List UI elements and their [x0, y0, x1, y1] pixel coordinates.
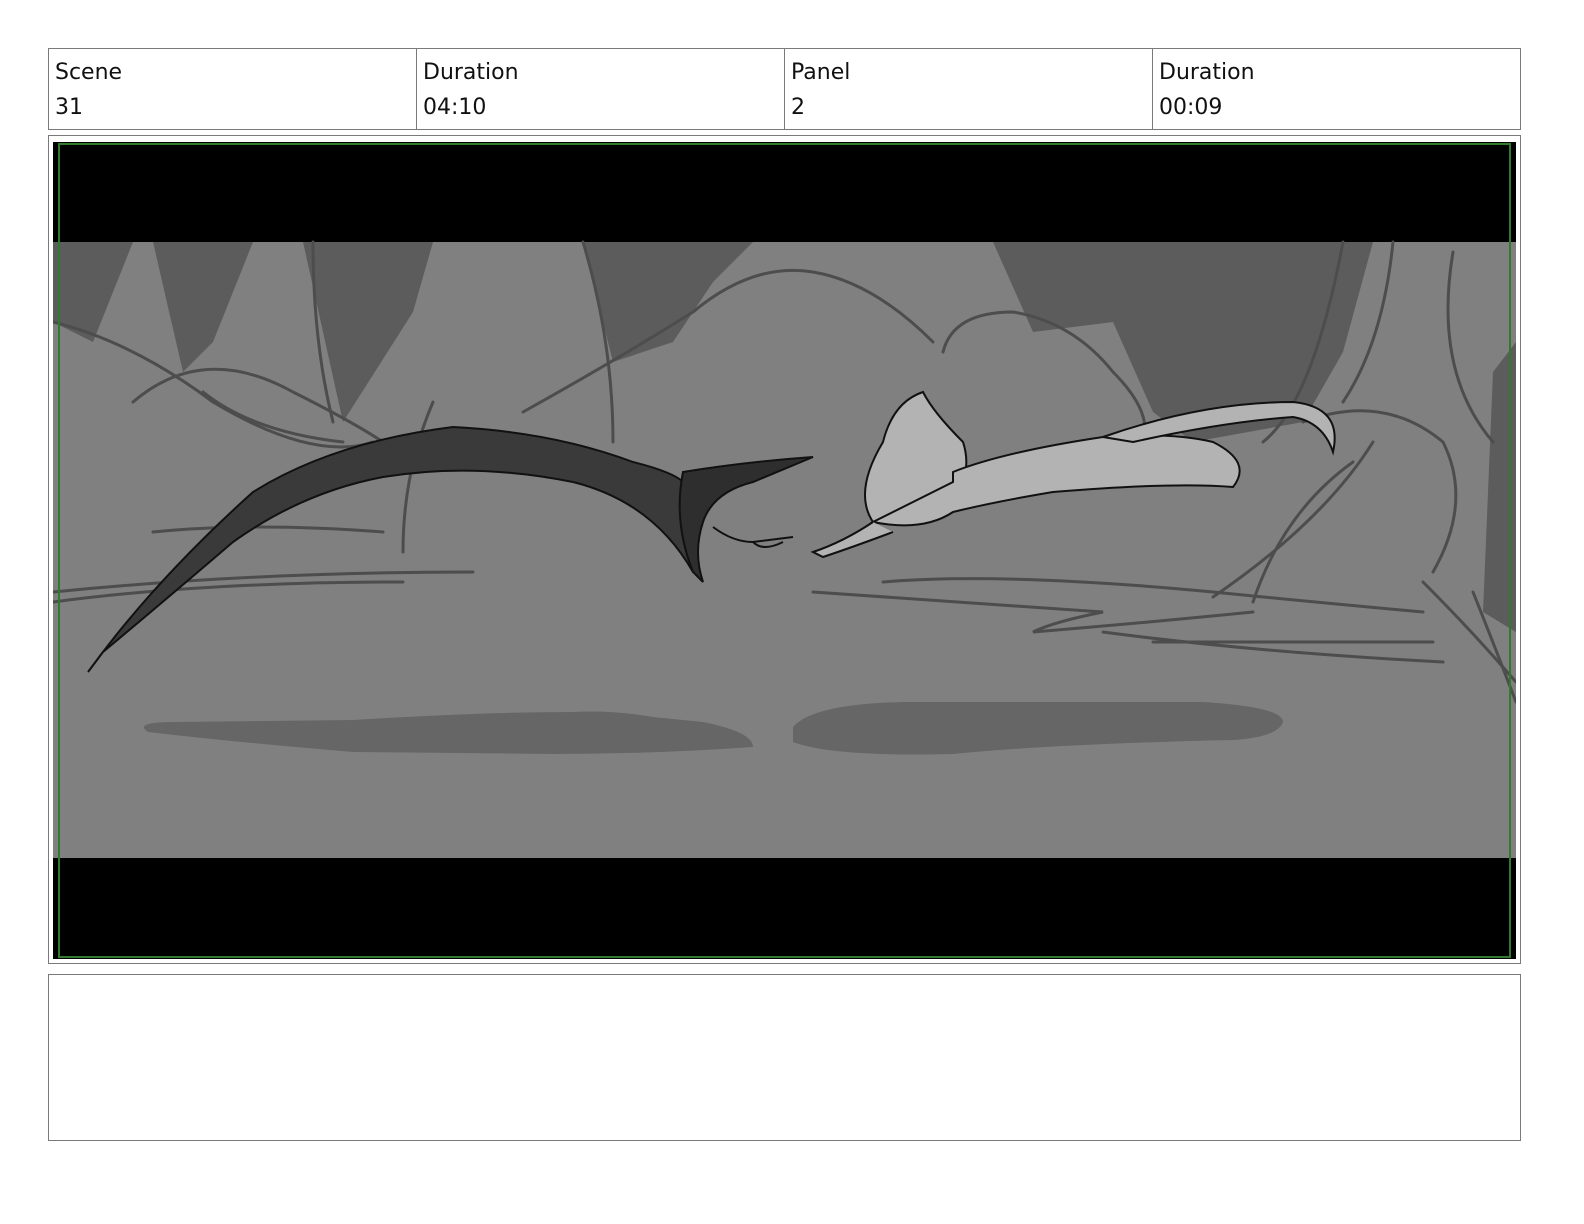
bottom-letterbox [53, 858, 1516, 959]
panel-number: 2 [791, 95, 805, 120]
top-letterbox [53, 142, 1516, 242]
storyboard-sketch-icon [53, 142, 1516, 959]
panel-duration-value: 00:09 [1159, 95, 1223, 120]
scene-duration-value: 04:10 [423, 95, 487, 120]
panel-duration-label: Duration [1159, 60, 1255, 85]
scene-cell: Scene 31 [49, 49, 417, 129]
panel-cell: Panel 2 [785, 49, 1153, 129]
scene-label: Scene [55, 60, 123, 85]
panel-label: Panel [791, 60, 851, 85]
storyboard-sketch-image [53, 142, 1516, 959]
scene-duration-label: Duration [423, 60, 519, 85]
storyboard-panel-frame [48, 135, 1521, 964]
scene-duration-cell: Duration 04:10 [417, 49, 785, 129]
panel-header: Scene 31 Duration 04:10 Panel 2 Duration… [48, 48, 1521, 130]
panel-duration-cell: Duration 00:09 [1153, 49, 1520, 129]
panel-notes-box [48, 974, 1521, 1141]
scene-number: 31 [55, 95, 83, 120]
